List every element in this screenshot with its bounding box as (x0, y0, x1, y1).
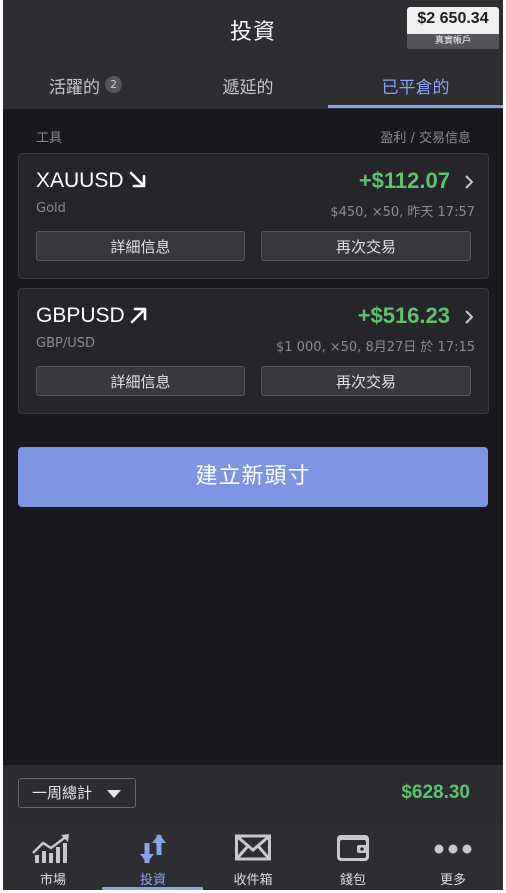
column-heading-instrument: 工具 (36, 131, 63, 146)
nav-inbox[interactable]: 收件箱 (203, 823, 303, 890)
tab-deferred[interactable]: 遞延的 (168, 70, 328, 106)
arrow-up-right-icon (130, 307, 146, 324)
header: 投資 $2 650.34 真實帳戶 活躍的 2 遞延的 已平倉的 (3, 0, 503, 109)
position-card-xauusd[interactable]: XAUUSD +$112.07 Gold $450, ×50, 昨天 17:57… (18, 153, 489, 279)
nav-more[interactable]: 更多 (403, 823, 503, 890)
summary-bar: 一周總計 $628.30 (3, 765, 503, 823)
tab-closed[interactable]: 已平倉的 (328, 70, 503, 106)
bottom-nav: 市場 投資 收件箱 錢包 更多 (3, 823, 503, 890)
chart-icon (32, 834, 69, 863)
position-profit: +$112.07 (358, 168, 450, 193)
position-profit: +$516.23 (357, 303, 450, 328)
period-label: 一周總計 (32, 784, 93, 802)
active-tab-indicator (328, 105, 503, 108)
arrow-down-right-icon (129, 171, 145, 188)
tab-active[interactable]: 活躍的 2 (3, 70, 168, 106)
nav-wallet[interactable]: 錢包 (303, 823, 403, 890)
envelope-icon (235, 834, 271, 861)
position-card-gbpusd[interactable]: GBPUSD +$516.23 GBP/USD $1 000, ×50, 8月2… (18, 288, 489, 414)
trade-again-button[interactable]: 再次交易 (261, 231, 471, 261)
nav-invest[interactable]: 投資 (103, 823, 203, 890)
instrument-name: Gold (36, 201, 66, 216)
caret-down-icon (107, 790, 121, 798)
trade-again-button[interactable]: 再次交易 (261, 366, 471, 396)
instrument-name: GBP/USD (36, 336, 95, 351)
symbol-text: GBPUSD (36, 304, 125, 327)
balance-amount: $2 650.34 (417, 10, 489, 27)
new-position-button[interactable]: 建立新頭寸 (18, 447, 488, 507)
column-heading-profit: 盈利 / 交易信息 (380, 131, 471, 146)
trade-info: $1 000, ×50, 8月27日 於 17:15 (276, 340, 475, 355)
nav-label: 更多 (439, 873, 466, 888)
active-nav-indicator (102, 887, 203, 890)
trade-info: $450, ×50, 昨天 17:57 (330, 205, 475, 220)
more-icon (434, 844, 472, 854)
period-dropdown[interactable]: 一周總計 (18, 778, 136, 808)
chevron-right-icon[interactable] (464, 174, 474, 190)
tab-label: 遞延的 (222, 78, 274, 98)
wallet-icon (337, 835, 369, 861)
nav-label: 收件箱 (233, 873, 273, 888)
position-symbol: GBPUSD (36, 304, 149, 328)
nav-label: 市場 (39, 873, 66, 888)
symbol-text: XAUUSD (36, 169, 124, 192)
nav-label: 錢包 (339, 873, 366, 888)
position-symbol: XAUUSD (36, 169, 148, 193)
tab-label: 已平倉的 (381, 78, 450, 98)
app-screen: 投資 $2 650.34 真實帳戶 活躍的 2 遞延的 已平倉的 工具 盈利 / … (3, 0, 503, 890)
details-button[interactable]: 詳細信息 (36, 231, 245, 261)
details-button[interactable]: 詳細信息 (36, 366, 245, 396)
account-type-label: 真實帳戶 (407, 34, 499, 49)
transfer-arrows-icon (140, 834, 166, 863)
tab-count-badge: 2 (105, 76, 122, 93)
tab-label: 活躍的 (49, 78, 100, 98)
tab-bar: 活躍的 2 遞延的 已平倉的 (3, 70, 503, 109)
account-balance-badge[interactable]: $2 650.34 真實帳戶 (407, 7, 499, 49)
chevron-right-icon[interactable] (464, 309, 474, 325)
period-total: $628.30 (401, 782, 470, 803)
nav-label: 投資 (139, 873, 166, 888)
nav-markets[interactable]: 市場 (3, 823, 103, 890)
